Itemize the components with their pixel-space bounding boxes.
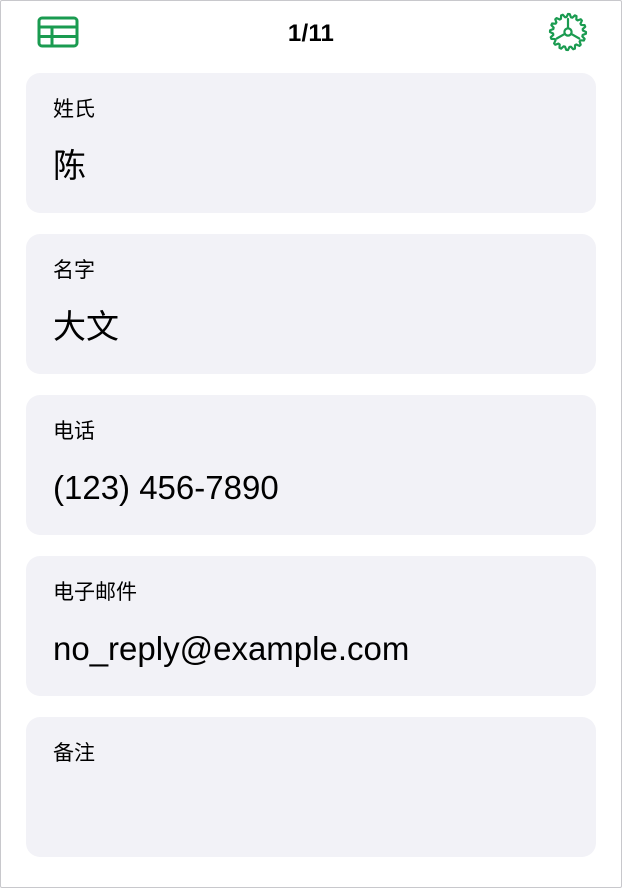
form-window: 1/11 姓氏 陈 名字 大文 电话 (123) 456-7890 电子邮件 n… [0, 0, 622, 888]
field-value-email[interactable]: no_reply@example.com [53, 628, 409, 670]
field-value-phone[interactable]: (123) 456-7890 [53, 467, 279, 509]
settings-button[interactable] [546, 12, 590, 56]
field-value-notes[interactable] [53, 783, 569, 837]
record-form: 姓氏 陈 名字 大文 电话 (123) 456-7890 电子邮件 no_rep… [26, 73, 596, 878]
field-label-notes: 备注 [53, 741, 95, 765]
field-value-last-name[interactable]: 陈 [53, 145, 86, 187]
toolbar: 1/11 [1, 1, 621, 67]
field-first-name[interactable]: 名字 大文 [26, 234, 596, 374]
field-notes[interactable]: 备注 [26, 717, 596, 857]
field-phone[interactable]: 电话 (123) 456-7890 [26, 395, 596, 535]
table-grid-icon [37, 15, 79, 53]
gear-icon [548, 12, 588, 56]
field-value-first-name[interactable]: 大文 [53, 306, 119, 348]
field-last-name[interactable]: 姓氏 陈 [26, 73, 596, 213]
field-label-last-name: 姓氏 [53, 97, 95, 121]
field-label-email: 电子邮件 [53, 580, 137, 604]
field-email[interactable]: 电子邮件 no_reply@example.com [26, 556, 596, 696]
table-view-button[interactable] [36, 15, 80, 53]
field-label-first-name: 名字 [53, 258, 95, 282]
record-counter: 1/11 [287, 20, 335, 47]
field-label-phone: 电话 [53, 419, 95, 443]
